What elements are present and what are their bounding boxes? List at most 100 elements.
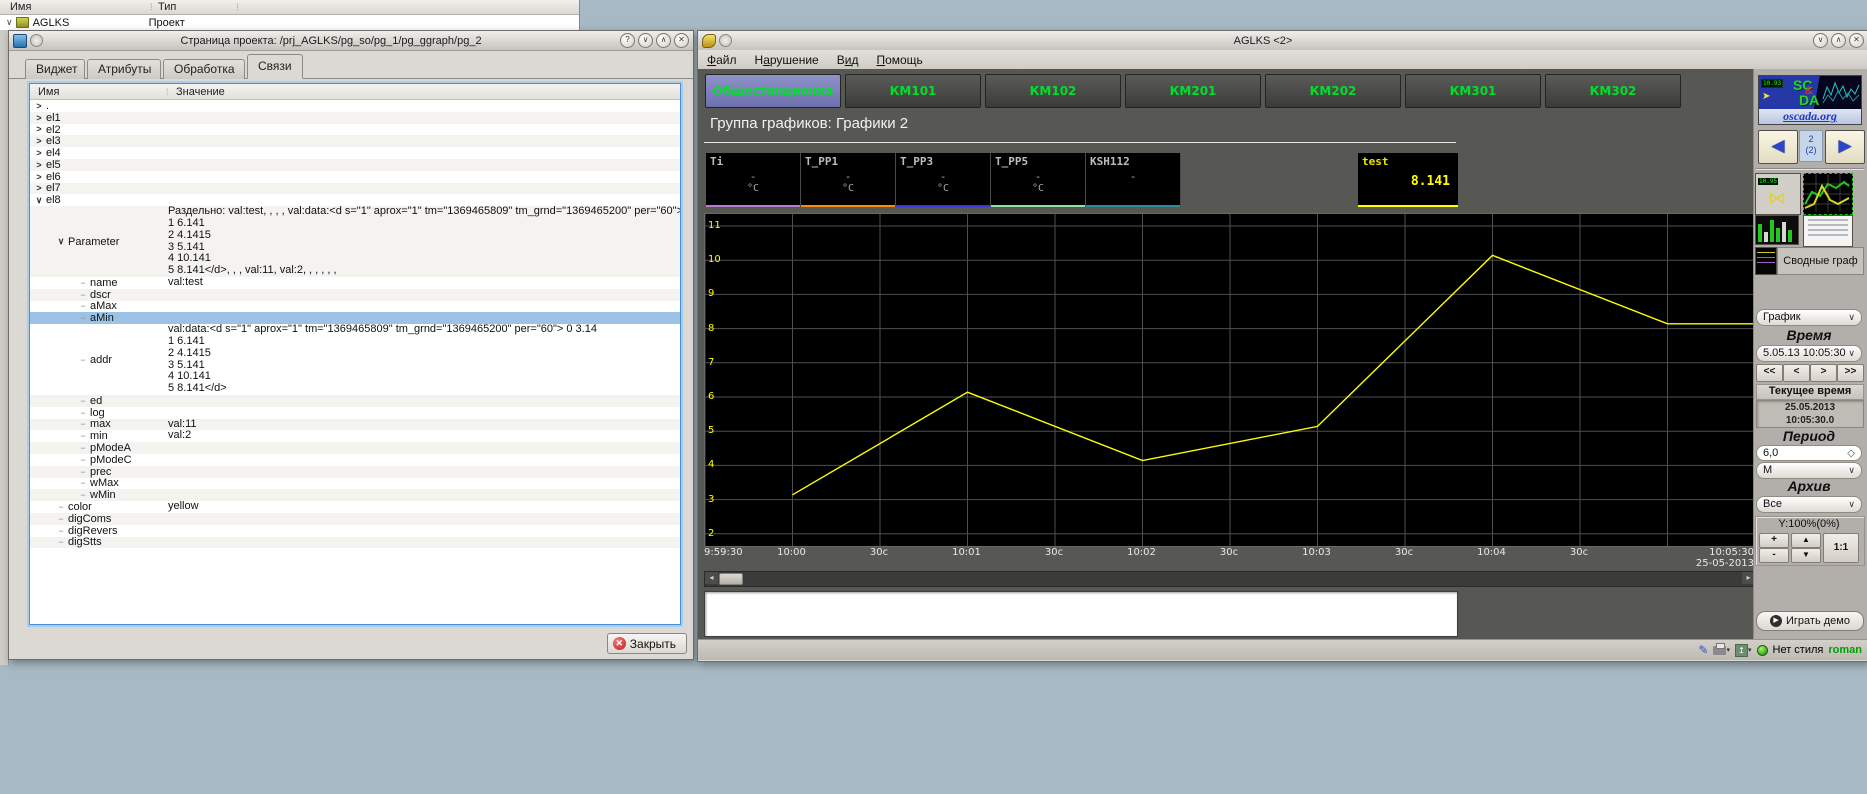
tree-row-Parameter[interactable]: ∨ParameterРаздельно: val:test, , , , val… — [30, 206, 680, 277]
mnemo-thumbnail-button[interactable]: 10.95 ⋈ — [1755, 173, 1801, 215]
tree-row-[interactable]: >. — [30, 100, 680, 112]
trend-chart[interactable]: 111098765432 — [704, 213, 1756, 547]
tree-row-ed[interactable]: −ed — [30, 395, 680, 407]
tree-row-log[interactable]: −log — [30, 407, 680, 419]
dev-tree-row-aglks[interactable]: ∨ AGLKS Проект — [0, 15, 579, 30]
bars-thumbnail-button[interactable] — [1755, 215, 1799, 245]
spinner-icon[interactable]: ◇ — [1847, 447, 1855, 461]
tree-row-pModeC[interactable]: −pModeC — [30, 454, 680, 466]
tree-row-dscr[interactable]: −dscr — [30, 289, 680, 301]
play-demo-button[interactable]: ▶ Играть демо — [1756, 611, 1864, 631]
expander-closed-icon[interactable]: > — [34, 160, 44, 170]
runtime-close-icon[interactable]: ✕ — [1849, 33, 1864, 48]
legend-cell-t_pp5[interactable]: T_PP5-°C — [991, 153, 1086, 207]
expander-closed-icon[interactable]: > — [34, 136, 44, 146]
expander-open-icon[interactable]: ∨ — [34, 195, 44, 206]
period-spinner[interactable]: 6,0 ◇ — [1756, 445, 1862, 461]
summary-graphs-button[interactable]: Сводные граф — [1777, 247, 1864, 275]
legend-cell-ksh112[interactable]: KSH112- — [1086, 153, 1181, 207]
close-button[interactable]: ✕ Закрыть — [607, 633, 687, 654]
tree-row-el7[interactable]: >el7 — [30, 183, 680, 195]
tree-row-digRevers[interactable]: −digRevers — [30, 525, 680, 537]
tree-row-addr[interactable]: −addrval:data:<d s="1" aprox="1" tm="136… — [30, 324, 680, 395]
tree-row-el6[interactable]: >el6 — [30, 171, 680, 183]
tree-row-el2[interactable]: >el2 — [30, 124, 680, 136]
tab-связи[interactable]: Связи — [247, 54, 303, 79]
legend-cell-t_pp1[interactable]: T_PP1-°C — [801, 153, 896, 207]
style-brush-icon[interactable]: ✎ — [1698, 643, 1708, 657]
tree-row-el3[interactable]: >el3 — [30, 135, 680, 147]
cursor-value-box[interactable]: test 8.141 — [1358, 153, 1458, 207]
editor-close-icon[interactable]: ✕ — [674, 33, 689, 48]
tree-row-color[interactable]: −coloryellow — [30, 501, 680, 513]
legend-cell-t_pp3[interactable]: T_PP3-°C — [896, 153, 991, 207]
time-select[interactable]: 5.05.13 10:05:30 ∨ — [1756, 345, 1862, 362]
period-unit-select[interactable]: М ∨ — [1756, 462, 1862, 479]
archive-select[interactable]: Все ∨ — [1756, 496, 1862, 513]
tree-row-pModeA[interactable]: −pModeA — [30, 442, 680, 454]
mini-trend-thumbnail[interactable] — [1755, 247, 1777, 275]
one-to-one-button[interactable]: 1:1 — [1823, 533, 1859, 563]
station-tab-км202[interactable]: КМ202 — [1265, 74, 1401, 108]
forward-button[interactable]: > — [1810, 364, 1837, 382]
tree-row-max[interactable]: −maxval:11 — [30, 419, 680, 431]
tree-row-min[interactable]: −minval:2 — [30, 430, 680, 442]
next-page-button[interactable]: ▶ — [1825, 130, 1865, 164]
fast-back-button[interactable]: << — [1756, 364, 1783, 382]
tab-виджет[interactable]: Виджет — [25, 59, 85, 79]
fast-forward-button[interactable]: >> — [1837, 364, 1864, 382]
expander-icon[interactable]: ∨ — [0, 17, 16, 28]
shift-up-button[interactable]: ▲ — [1791, 533, 1821, 548]
scroll-left-icon[interactable]: ◂ — [705, 572, 718, 584]
menu-файл[interactable]: Файл — [698, 53, 746, 67]
editor-help-icon[interactable]: ? — [620, 33, 635, 48]
menu-помощь[interactable]: Помощь — [867, 53, 931, 67]
tab-атрибуты[interactable]: Атрибуты — [87, 59, 161, 79]
expander-closed-icon[interactable]: > — [34, 124, 44, 134]
window-menu-icon[interactable] — [719, 34, 732, 47]
menu-вид[interactable]: Вид — [828, 53, 868, 67]
station-tab-км201[interactable]: КМ201 — [1125, 74, 1261, 108]
tree-row-el5[interactable]: >el5 — [30, 159, 680, 171]
station-tab-км302[interactable]: КМ302 — [1545, 74, 1681, 108]
expander-closed-icon[interactable]: > — [34, 148, 44, 158]
view-select[interactable]: График ∨ — [1756, 309, 1862, 326]
runtime-minimize-icon[interactable]: ∨ — [1813, 33, 1828, 48]
editor-maximize-icon[interactable]: ∧ — [656, 33, 671, 48]
shift-down-button[interactable]: ▼ — [1791, 548, 1821, 563]
tree-row-digStts[interactable]: −digStts — [30, 537, 680, 549]
station-tab-км101[interactable]: КМ101 — [845, 74, 981, 108]
tree-row-wMin[interactable]: −wMin — [30, 489, 680, 501]
export-button[interactable]: ↥▾ — [1735, 644, 1752, 657]
expander-closed-icon[interactable]: > — [34, 183, 44, 193]
zoom-in-button[interactable]: + — [1759, 533, 1789, 548]
tree-row-name[interactable]: −nameval:test — [30, 277, 680, 289]
tree-row-el4[interactable]: >el4 — [30, 147, 680, 159]
station-tab-км301[interactable]: КМ301 — [1405, 74, 1541, 108]
expander-closed-icon[interactable]: > — [34, 172, 44, 182]
expander-closed-icon[interactable]: > — [34, 113, 44, 123]
column-separator[interactable]: ⁞ — [150, 2, 158, 12]
station-tab-общестанционка[interactable]: Общестанционка — [705, 74, 841, 108]
chart-horizontal-scrollbar[interactable]: ◂ ▸ — [704, 571, 1756, 587]
prev-page-button[interactable]: ◀ — [1758, 130, 1798, 164]
column-separator[interactable]: ⁞ — [236, 2, 244, 12]
runtime-maximize-icon[interactable]: ∧ — [1831, 33, 1846, 48]
print-button[interactable]: ▾ — [1713, 646, 1730, 655]
tree-row-el8[interactable]: ∨el8 — [30, 194, 680, 206]
column-separator[interactable]: ⁞ — [166, 87, 176, 97]
editor-titlebar[interactable]: Страница проекта: /prj_AGLKS/pg_so/pg_1/… — [9, 31, 693, 51]
expander-open-icon[interactable]: ∨ — [56, 236, 66, 247]
menu-нарушение[interactable]: Нарушение — [746, 53, 828, 67]
window-menu-icon[interactable] — [30, 34, 43, 47]
oscada-logo[interactable]: 10.93 ➤ SC & DA oscada.org — [1758, 75, 1862, 125]
message-strip[interactable] — [704, 591, 1458, 637]
editor-minimize-icon[interactable]: ∨ — [638, 33, 653, 48]
tree-row-wMax[interactable]: −wMax — [30, 478, 680, 490]
trend-thumbnail-button[interactable] — [1803, 173, 1853, 215]
back-button[interactable]: < — [1783, 364, 1810, 382]
scrollbar-handle[interactable] — [719, 573, 743, 585]
document-thumbnail-button[interactable] — [1803, 215, 1853, 247]
runtime-titlebar[interactable]: AGLKS <2> ∨∧✕ — [698, 31, 1867, 51]
zoom-out-button[interactable]: - — [1759, 548, 1789, 563]
